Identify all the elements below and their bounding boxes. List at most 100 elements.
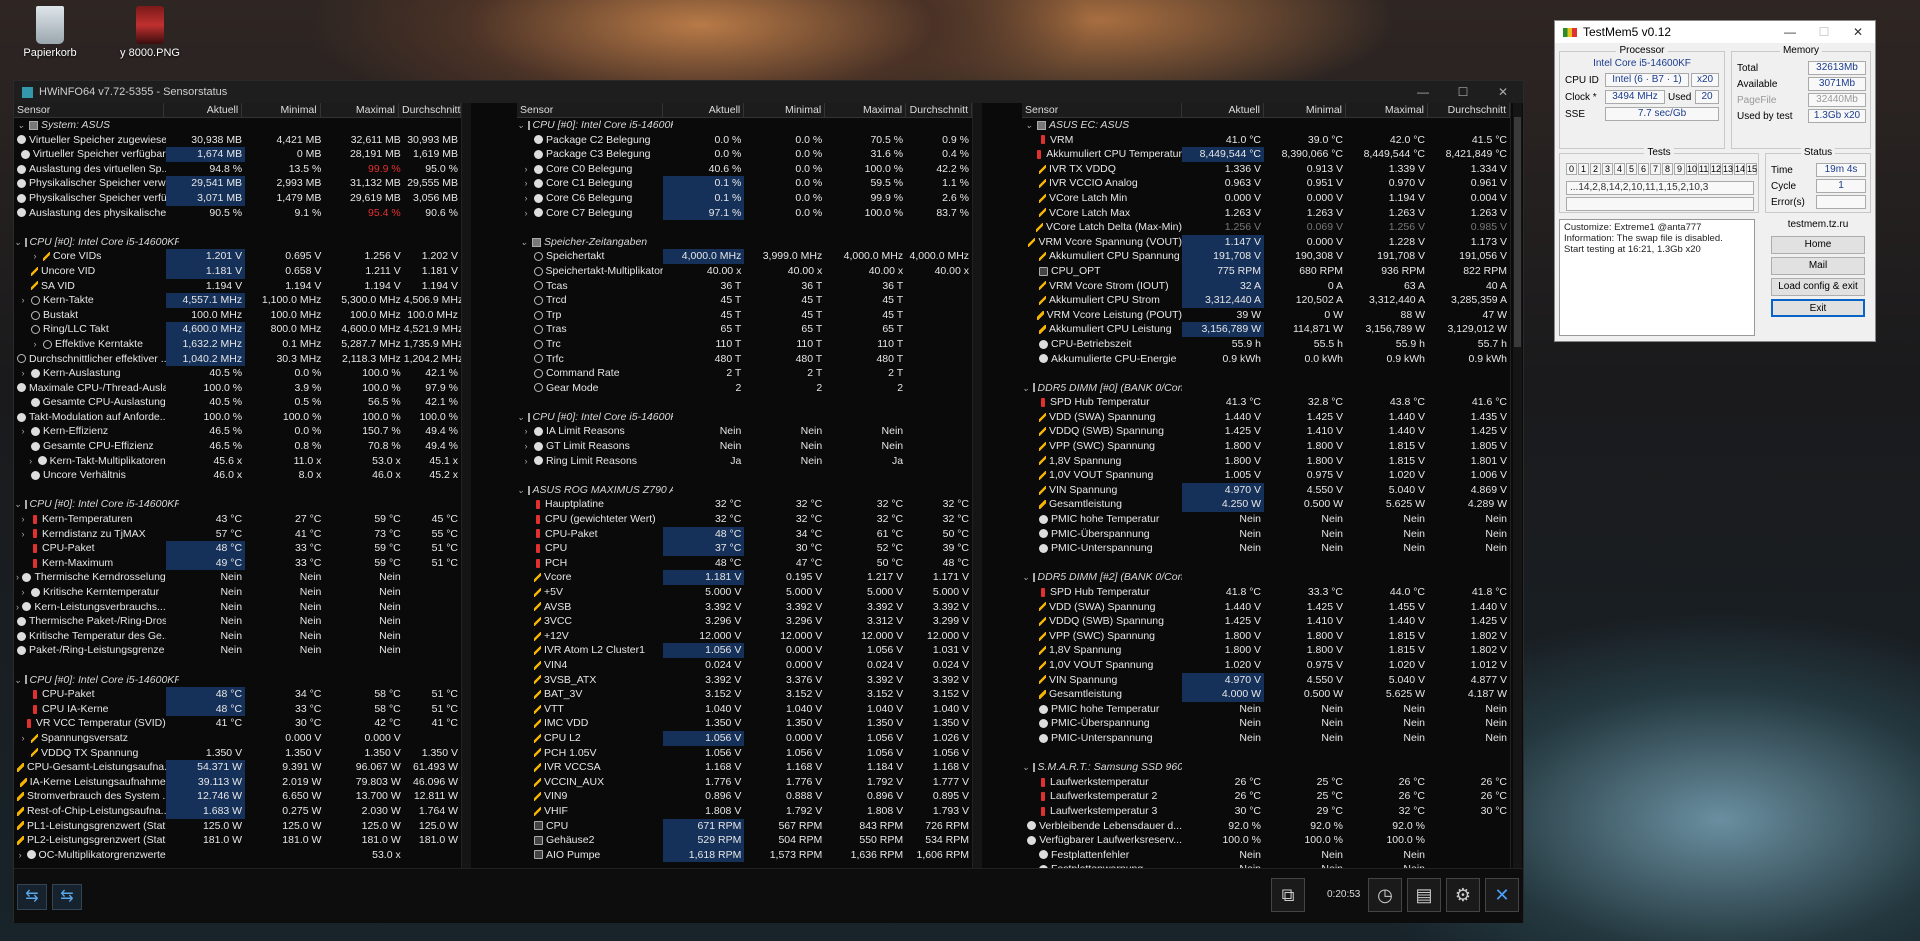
sensor-row[interactable]: › Core VIDs 1.201 V 0.695 V 1.256 V 1.202 V (14, 249, 461, 264)
sensor-row[interactable]: VHIF 1.808 V 1.792 V 1.808 V 1.793 V (517, 804, 972, 819)
sensor-row[interactable]: VPP (SWC) Spannung 1.800 V 1.800 V 1.815 V 1… (1022, 439, 1510, 454)
sensor-row[interactable]: IMC VDD 1.350 V 1.350 V 1.350 V 1.350 V (517, 716, 972, 731)
sensor-row[interactable]: +5V 5.000 V 5.000 V 5.000 V 5.000 V (517, 585, 972, 600)
sensor-row[interactable]: › Kern-Takt-Multiplikatoren 45.6 x 11.0 x 53… (14, 454, 461, 469)
chevron-right-icon[interactable]: › (16, 570, 20, 585)
sensor-row[interactable]: Akkumulierte CPU-Energie 0.9 kWh 0.0 kWh 0.… (1022, 352, 1510, 367)
sensor-row[interactable]: VPP (SWC) Spannung 1.800 V 1.800 V 1.815 V 1… (1022, 629, 1510, 644)
sensor-row[interactable]: Physikalischer Speicher verfü... 3,071 MB… (14, 190, 461, 206)
clock-icon[interactable]: ◷ (1368, 878, 1402, 912)
sensor-row[interactable]: Laufwerkstemperatur 2 26 °C 25 °C 26 °C 26 °… (1022, 789, 1510, 804)
close-button[interactable]: ✕ (1841, 25, 1875, 39)
sensor-row[interactable]: Gesamte CPU-Auslastung 40.5 % 0.5 % 56.5 % 4… (14, 395, 461, 410)
column-header-cell[interactable]: Maximal (321, 103, 400, 117)
sensor-row[interactable]: Package C2 Belegung 0.0 % 0.0 % 70.5 % 0.9 % (517, 133, 972, 148)
sensor-row[interactable]: Gesamtleistung 4.250 W 0.500 W 5.625 W 4.289… (1022, 497, 1510, 513)
chevron-right-icon[interactable]: › (18, 512, 28, 527)
sensor-row[interactable]: › Ring Limit Reasons Ja Nein Ja (517, 454, 972, 469)
scrollbar[interactable] (973, 103, 982, 868)
sensor-group-header[interactable]: ⌄ CPU [#0]: Intel Core i5-14600KF: Gründe… (517, 410, 972, 425)
sensor-row[interactable]: 1,0V VOUT Spannung 1.020 V 0.975 V 1.020 V 1… (1022, 658, 1510, 673)
sensor-row[interactable]: 1,8V Spannung 1.800 V 1.800 V 1.815 V 1.802 … (1022, 643, 1510, 658)
sensor-row[interactable]: Durchschnittlicher effektiver ... 1,040.2… (14, 351, 461, 367)
sensor-row[interactable]: CPU-Paket 48 °C 34 °C 58 °C 51 °C (14, 687, 461, 702)
sensor-row[interactable]: VDDQ (SWB) Spannung 1.425 V 1.410 V 1.440 V… (1022, 614, 1510, 629)
sensor-row[interactable]: Gehäuse2 529 RPM 504 RPM 550 RPM 534 RPM (517, 833, 972, 848)
sensor-row[interactable]: VDD (SWA) Spannung 1.440 V 1.425 V 1.455 V 1… (1022, 600, 1510, 615)
sensor-row[interactable]: Kern-Maximum 49 °C 33 °C 59 °C 51 °C (14, 555, 461, 571)
sensor-row[interactable]: › Kern-Temperaturen 43 °C 27 °C 59 °C 45 °C (14, 512, 461, 527)
testmem-titlebar[interactable]: TestMem5 v0.12 — ☐ ✕ (1555, 21, 1875, 43)
sensor-row[interactable]: VCore Latch Max 1.263 V 1.263 V 1.263 V 1.26… (1022, 206, 1510, 221)
chevron-right-icon[interactable]: › (521, 176, 531, 191)
column-header-cell[interactable]: Aktuell (1182, 103, 1264, 117)
sensor-row[interactable]: Akkumuliert CPU Spannung 191,708 V 190,308… (1022, 249, 1510, 264)
chevron-right-icon[interactable]: › (18, 585, 28, 600)
sensor-row[interactable]: Akkumuliert CPU Leistung 3,156,789 W 114,8… (1022, 322, 1510, 337)
sensor-row[interactable]: Akkumuliert CPU Temperatur 8,449,544 °C 8,… (1022, 147, 1510, 162)
sensor-row[interactable]: VDDQ (SWB) Spannung 1.425 V 1.410 V 1.440 V… (1022, 424, 1510, 439)
sensor-row[interactable]: IA-Kerne Leistungsaufnahme 39.113 W 2.019 … (14, 774, 461, 790)
sensor-row[interactable]: PMIC hohe Temperatur Nein Nein Nein Nein (1022, 702, 1510, 717)
chevron-right-icon[interactable]: › (27, 454, 35, 469)
sensor-row[interactable]: Gear Mode 2 2 2 (517, 381, 972, 396)
sensor-row[interactable]: SPD Hub Temperatur 41.8 °C 33.3 °C 44.0 °C 4… (1022, 585, 1510, 600)
chevron-down-icon[interactable]: ⌄ (14, 497, 22, 512)
sensor-row[interactable]: › Kern-Leistungsverbrauchs... Nein Nein Nein (14, 600, 461, 615)
column-header-cell[interactable]: Minimal (1264, 103, 1346, 117)
sensor-row[interactable]: VDD (SWA) Spannung 1.440 V 1.425 V 1.440 V 1… (1022, 410, 1510, 425)
desktop-icon-png-file[interactable]: y 8000.PNG (108, 6, 192, 59)
sensor-row[interactable]: Uncore Verhältnis 46.0 x 8.0 x 46.0 x 45.2 x (14, 468, 461, 483)
sensor-row[interactable]: VIN Spannung 4.970 V 4.550 V 5.040 V 4.877 V (1022, 672, 1510, 688)
chevron-down-icon[interactable]: ⌄ (16, 118, 26, 133)
sensor-row[interactable]: Physikalischer Speicher verw... 29,541 MB… (14, 176, 461, 191)
chevron-down-icon[interactable]: ⌄ (14, 235, 22, 250)
sensor-row[interactable]: Vcore 1.181 V 0.195 V 1.217 V 1.171 V (517, 570, 972, 585)
sensor-row[interactable]: CPU-Gesamt-Leistungsaufna... 54.371 W 9.39… (14, 760, 461, 775)
sensor-row[interactable]: Tras 65 T 65 T 65 T (517, 322, 972, 337)
column-header-cell[interactable]: Aktuell (164, 103, 243, 117)
column-header-cell[interactable]: Durchschnitt (906, 103, 972, 117)
sensor-group-header[interactable]: ⌄ CPU [#0]: Intel Core i5-14600KF: DTS (14, 497, 461, 512)
sensor-row[interactable]: Speichertakt 4,000.0 MHz 3,999.0 MHz 4,000.… (517, 249, 972, 264)
chevron-right-icon[interactable]: › (30, 249, 40, 264)
column-header-cell[interactable]: Maximal (1346, 103, 1428, 117)
close-icon[interactable]: ✕ (1485, 878, 1519, 912)
chevron-right-icon[interactable]: › (521, 206, 531, 221)
sensor-row[interactable]: › Kern-Takte 4,557.1 MHz 1,100.0 MHz 5,300.0… (14, 293, 461, 308)
sensor-row[interactable]: Trc 110 T 110 T 110 T (517, 337, 972, 352)
sensor-row[interactable]: CPU IA-Kerne 48 °C 33 °C 58 °C 51 °C (14, 701, 461, 717)
exit-button[interactable]: Exit (1771, 299, 1865, 317)
chevron-down-icon[interactable]: ⌄ (519, 235, 529, 250)
sensor-row[interactable]: Bustakt 100.0 MHz 100.0 MHz 100.0 MHz 100.0 … (14, 308, 461, 323)
sensor-group-header[interactable]: ⌄ ASUS ROG MAXIMUS Z790 APEX (Nuvoton NCT… (517, 483, 972, 498)
sensor-row[interactable]: › GT Limit Reasons Nein Nein Nein (517, 439, 972, 454)
network-icon[interactable]: ⧉ (1271, 878, 1305, 912)
hwinfo-titlebar[interactable]: HWiNFO64 v7.72-5355 - Sensorstatus — ☐ ✕ (14, 81, 1523, 103)
sensor-row[interactable]: VIN Spannung 4.970 V 4.550 V 5.040 V 4.869 V (1022, 482, 1510, 498)
sensor-group-header[interactable]: ⌄ Speicher-Zeitangaben (517, 235, 972, 250)
sensor-row[interactable]: BAT_3V 3.152 V 3.152 V 3.152 V 3.152 V (517, 687, 972, 702)
sensor-row[interactable]: 1,0V VOUT Spannung 1.005 V 0.975 V 1.020 V 1… (1022, 468, 1510, 483)
sensor-row[interactable]: VTT 1.040 V 1.040 V 1.040 V 1.040 V (517, 702, 972, 717)
sensor-row[interactable]: › Kern-Auslastung 40.5 % 0.0 % 100.0 % 42.1 % (14, 366, 461, 381)
sensor-row[interactable]: PL2-Leistungsgrenzwert (Stat... 181.0 W 18… (14, 833, 461, 848)
sensor-row[interactable]: Package C3 Belegung 0.0 % 0.0 % 31.6 % 0.4 % (517, 147, 972, 162)
sensor-row[interactable]: VRM Vcore Leistung (POUT) 39 W 0 W 88 W 47 W (1022, 308, 1510, 323)
sensor-row[interactable]: › Kerndistanz zu TjMAX 57 °C 41 °C 73 °C 55 °… (14, 527, 461, 542)
sensor-row[interactable]: Festplattenfehler Nein Nein Nein (1022, 848, 1510, 863)
sensor-row[interactable]: CPU 37 °C 30 °C 52 °C 39 °C (517, 541, 972, 556)
sensor-row[interactable]: CPU L2 1.056 V 0.000 V 1.056 V 1.026 V (517, 730, 972, 746)
sensor-row[interactable]: Virtueller Speicher zugewiesen 30,938 MB 4… (14, 133, 461, 148)
chevron-down-icon[interactable]: ⌄ (1022, 570, 1030, 585)
sensor-row[interactable]: PMIC-Unterspannung Nein Nein Nein Nein (1022, 541, 1510, 556)
nav-collapse-button[interactable]: ⇆ (52, 884, 82, 910)
column-header-cell[interactable]: Durchschnitt (399, 103, 461, 117)
sensor-row[interactable]: Hauptplatine 32 °C 32 °C 32 °C 32 °C (517, 497, 972, 512)
chevron-right-icon[interactable]: › (18, 527, 28, 542)
sensor-row[interactable]: Speichertakt-Multiplikator 40.00 x 40.00 x… (517, 264, 972, 279)
sensor-row[interactable]: SA VID 1.194 V 1.194 V 1.194 V 1.194 V (14, 279, 461, 294)
sensor-group-header[interactable]: ⌄ S.M.A.R.T.: Samsung SSD 960 EVO 500GB (… (1022, 760, 1510, 775)
report-icon[interactable]: ▤ (1407, 878, 1441, 912)
sensor-row[interactable]: Gesamtleistung 4.000 W 0.500 W 5.625 W 4.187… (1022, 687, 1510, 702)
